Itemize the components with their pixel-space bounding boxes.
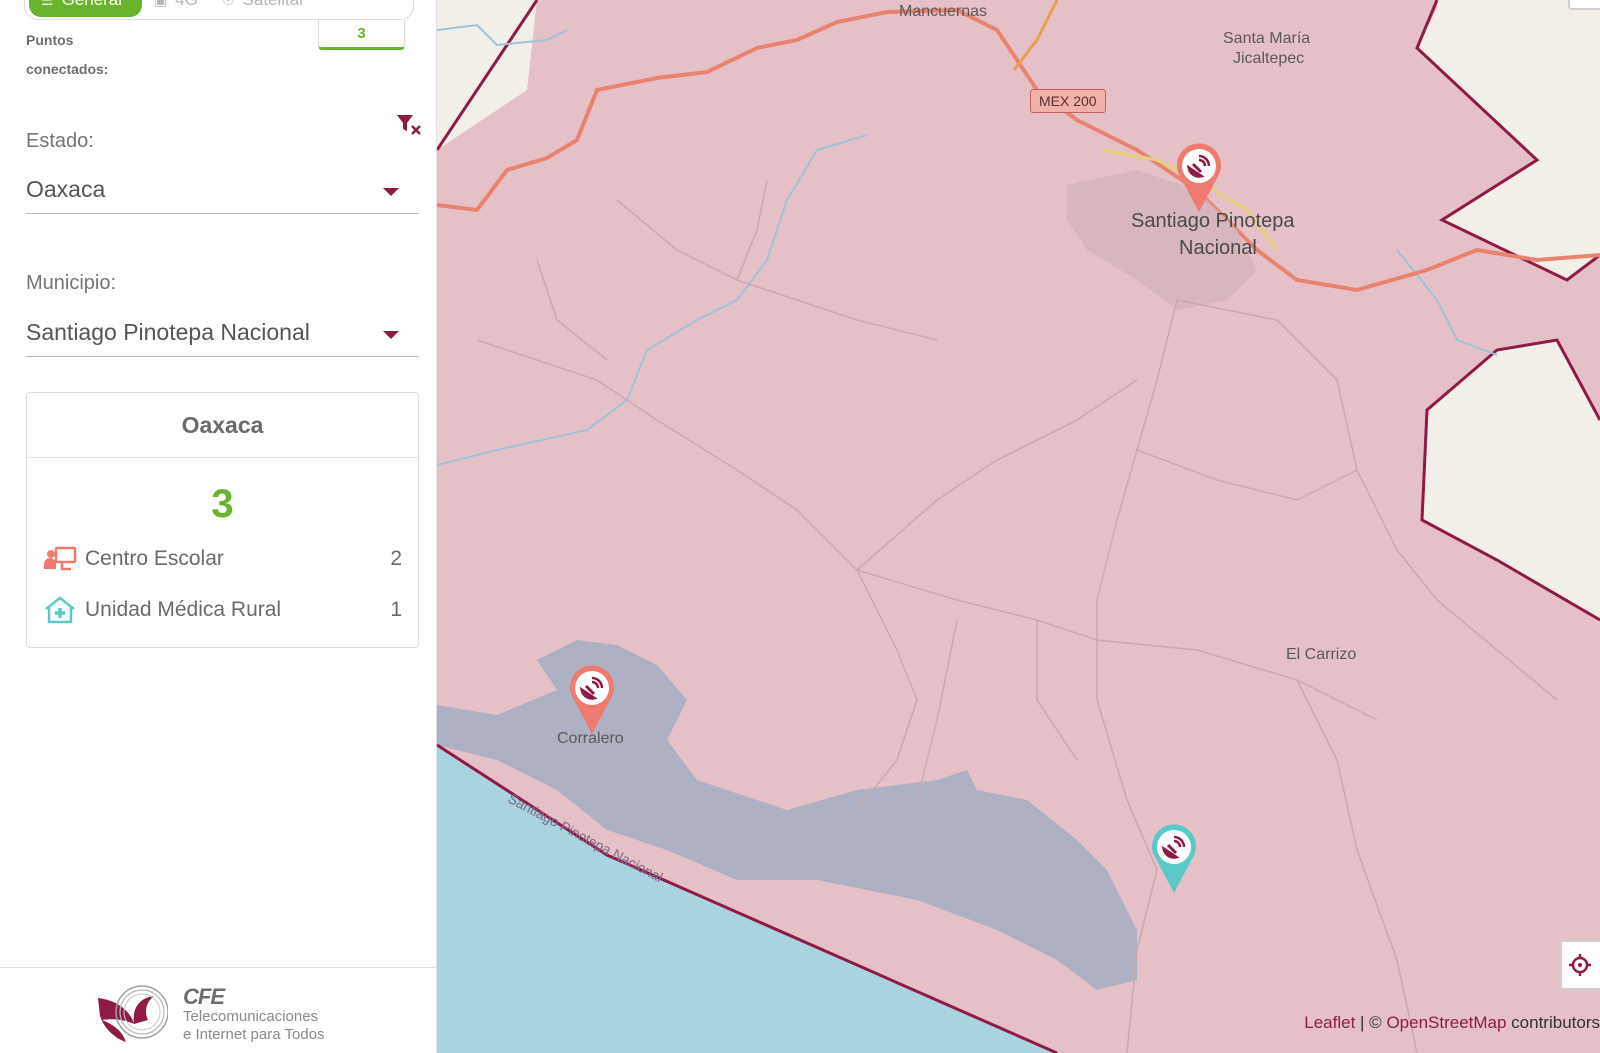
cfe-brand: CFE <box>183 984 225 1009</box>
municipio-value: Santiago Pinotepa Nacional <box>26 319 310 345</box>
connected-points-label: Puntos conectados: <box>26 32 109 77</box>
leaflet-link[interactable]: Leaflet <box>1304 1013 1355 1032</box>
category-count: 2 <box>390 547 402 570</box>
category-count: 1 <box>390 598 402 621</box>
map-view[interactable]: Mancuernas Santa María Jicaltepec Santia… <box>437 0 1600 1053</box>
cfe-tagline: Telecomunicaciones <box>183 1008 319 1025</box>
cfe-tagline: e Internet para Todos <box>183 1026 325 1043</box>
layers-icon: ☰ <box>41 0 54 9</box>
summary-card: Oaxaca 3 Centro Escolar 2 Unidad Médica … <box>26 392 419 648</box>
municipio-label: Municipio: <box>26 272 117 294</box>
school-marker-icon <box>1177 143 1221 212</box>
card-total: 3 <box>211 482 234 526</box>
marker-corralero[interactable] <box>568 664 616 736</box>
marker-el-carrizo[interactable] <box>1150 823 1198 895</box>
clinic-icon <box>45 596 75 624</box>
school-marker-icon <box>570 665 614 734</box>
estado-select[interactable]: Oaxaca <box>26 172 419 214</box>
tab-satelital[interactable]: ☉ Satelital <box>210 0 315 17</box>
tab-general[interactable]: ☰ General <box>29 0 143 17</box>
municipio-select[interactable]: Santiago Pinotepa Nacional <box>26 315 419 357</box>
road-shield: MEX 200 <box>1030 89 1106 113</box>
place-label: Jicaltepec <box>1233 50 1305 67</box>
router-icon: ▣ <box>154 0 167 9</box>
marker-pinotepa[interactable] <box>1175 142 1223 214</box>
layer-tabs: ☰ General ▣ 4G ☉ Satelital <box>24 0 414 20</box>
caret-down-icon <box>383 331 399 339</box>
tab-label: Satelital <box>243 0 303 10</box>
tab-label: 4G <box>175 0 198 10</box>
category-row[interactable]: Centro Escolar 2 <box>43 543 402 575</box>
osm-link[interactable]: OpenStreetMap <box>1386 1013 1506 1032</box>
crosshair-icon <box>1569 954 1591 976</box>
estado-value: Oaxaca <box>26 176 106 202</box>
sidebar-footer: CFE Telecomunicaciones e Internet para T… <box>0 967 437 1053</box>
satellite-icon: ☉ <box>222 0 235 9</box>
category-label: Unidad Médica Rural <box>85 598 282 621</box>
category-row[interactable]: Unidad Médica Rural 1 <box>43 594 402 626</box>
place-label: Mancuernas <box>899 3 988 20</box>
card-title: Oaxaca <box>27 393 418 458</box>
category-label: Centro Escolar <box>85 547 224 570</box>
place-label: Santa María <box>1223 30 1311 47</box>
place-label: Nacional <box>1179 237 1257 259</box>
caret-down-icon <box>383 188 399 196</box>
estado-label: Estado: <box>26 130 94 152</box>
clear-filters-button[interactable] <box>395 112 425 138</box>
tab-4g[interactable]: ▣ 4G <box>142 0 210 17</box>
connected-points-count: 3 <box>318 20 405 50</box>
place-label: El Carrizo <box>1286 646 1357 663</box>
tab-label: General <box>62 0 122 10</box>
locate-button[interactable] <box>1560 940 1600 990</box>
attribution-contrib: contributors <box>1506 1013 1600 1032</box>
sidebar: ☰ General ▣ 4G ☉ Satelital Puntos conect… <box>0 0 437 1053</box>
filter-clear-icon <box>397 115 421 135</box>
attribution-sep: | © <box>1355 1013 1387 1032</box>
app-window: Mancuernas Santa María Jicaltepec Santia… <box>0 0 1600 1053</box>
clinic-marker-icon <box>1152 824 1196 893</box>
map-corner-control[interactable] <box>1568 0 1600 10</box>
school-icon <box>44 546 77 571</box>
map-attribution: Leaflet | © OpenStreetMap contributors <box>1304 1013 1600 1033</box>
cfe-logo-icon <box>98 985 168 1042</box>
map-canvas[interactable] <box>437 0 1600 1053</box>
